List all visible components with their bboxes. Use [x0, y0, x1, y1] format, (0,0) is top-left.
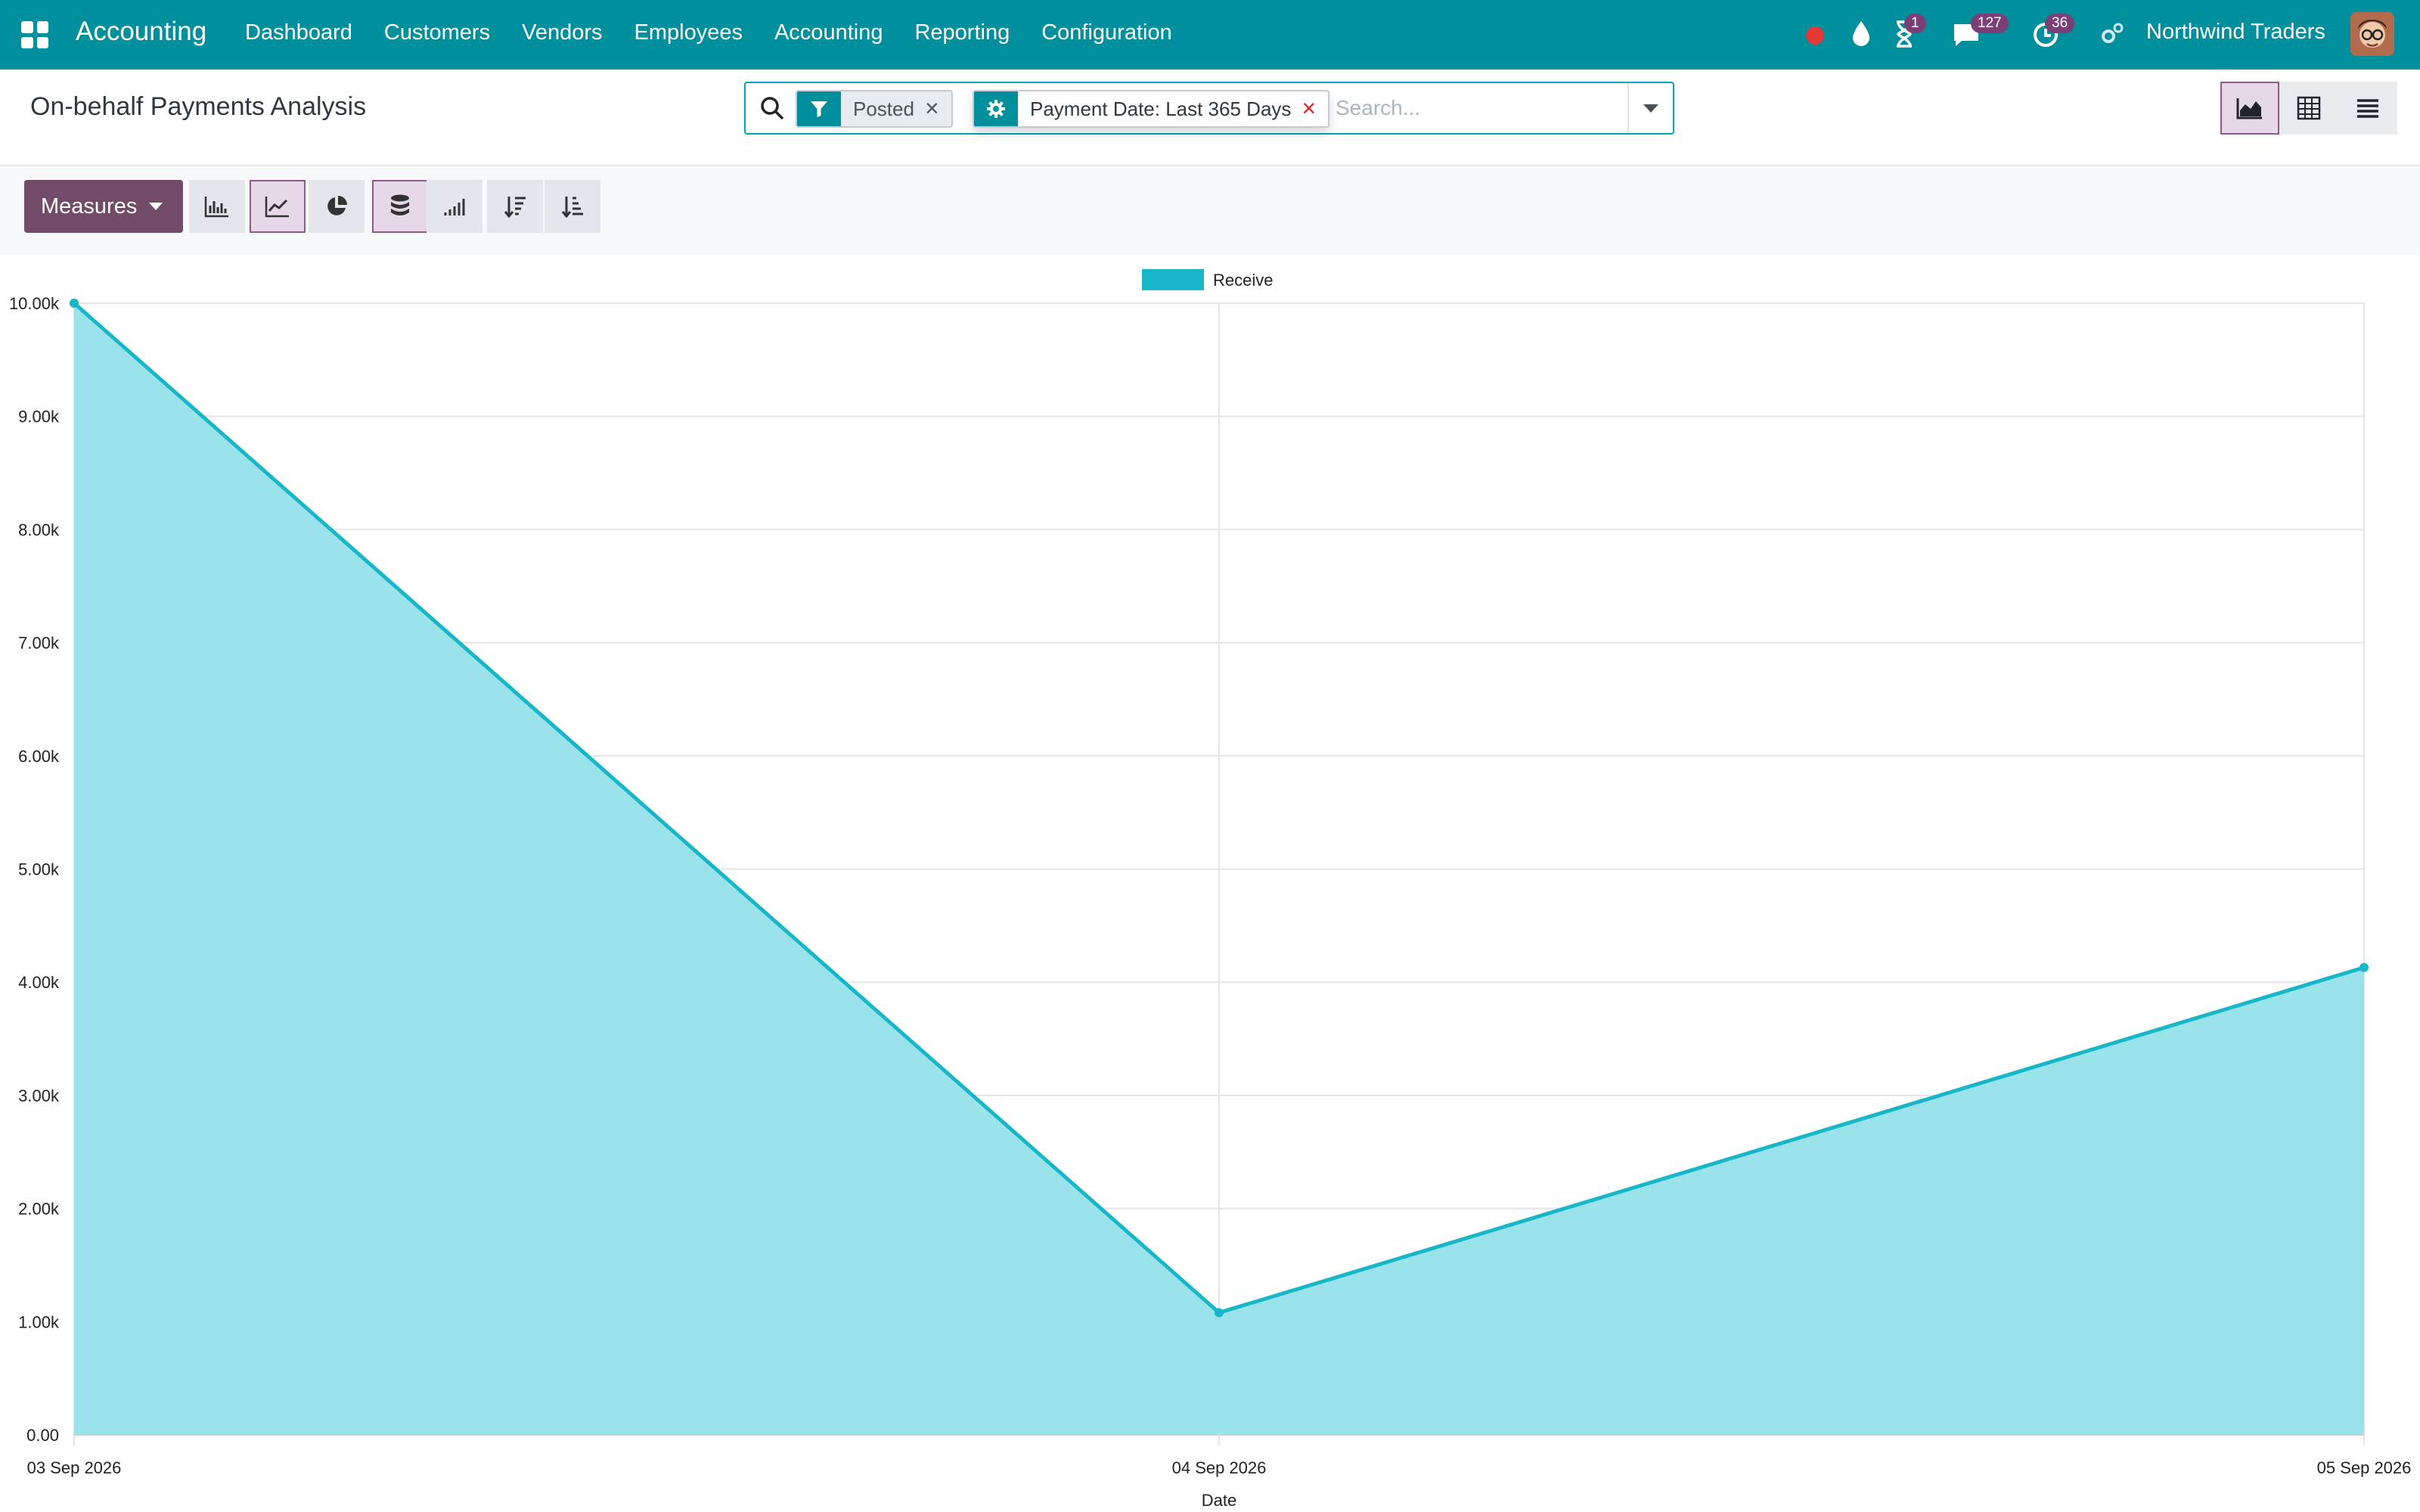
- sort-descending-icon: [504, 197, 526, 218]
- y-tick-label: 10.00k: [9, 294, 60, 313]
- x-tick-label: 03 Sep 2026: [27, 1458, 122, 1477]
- x-tick-label: 05 Sep 2026: [2317, 1458, 2412, 1477]
- remove-facet-icon[interactable]: ×: [1302, 91, 1328, 126]
- data-point: [1215, 1308, 1224, 1318]
- stacked-icon: [391, 194, 409, 215]
- y-tick-label: 4.00k: [18, 973, 60, 992]
- bar-chart-icon: [204, 197, 228, 218]
- company-switcher[interactable]: Northwind Traders: [2146, 20, 2325, 45]
- app-title[interactable]: Accounting: [76, 17, 206, 47]
- filter-icon: [797, 91, 841, 126]
- pivot-view-button[interactable]: [2279, 82, 2338, 135]
- caret-down-icon: [149, 203, 163, 210]
- recording-indicator-icon[interactable]: [1806, 26, 1824, 45]
- control-panel: On-behalf Payments Analysis Posted × Pay…: [0, 70, 2420, 166]
- sort-descending-button[interactable]: [487, 180, 543, 233]
- y-tick-label: 1.00k: [18, 1312, 60, 1331]
- user-avatar[interactable]: [2350, 12, 2394, 56]
- menu-item-configuration[interactable]: Configuration: [1041, 20, 1172, 45]
- graph-area: 0.00 1.00k 2.00k 3.00k 4.00k 5.00k 6.00k 7.00k 8…: [0, 256, 2420, 1512]
- line-chart-button[interactable]: [250, 180, 306, 233]
- pie-chart-button[interactable]: [309, 180, 365, 233]
- gear-icon: [974, 91, 1018, 126]
- graph-view-button[interactable]: [2220, 82, 2279, 135]
- drop-icon[interactable]: [1850, 18, 1872, 48]
- menu-item-employees[interactable]: Employees: [634, 20, 743, 45]
- menu-item-dashboard[interactable]: Dashboard: [245, 20, 352, 45]
- facet-label: Posted: [841, 91, 925, 126]
- view-switcher: [2220, 82, 2397, 135]
- search-options-toggle[interactable]: [1627, 83, 1673, 133]
- menu-item-accounting[interactable]: Accounting: [774, 20, 883, 45]
- chevron-down-icon: [1643, 104, 1658, 113]
- legend-swatch: [1142, 269, 1204, 290]
- facet-payment-date[interactable]: Payment Date: Last 365 Days ×: [973, 90, 1330, 128]
- list-icon: [2357, 99, 2378, 118]
- list-view-button[interactable]: [2338, 82, 2397, 135]
- main-menu: Dashboard Customers Vendors Employees Ac…: [245, 20, 1204, 45]
- pivot-table-icon: [2297, 96, 2321, 120]
- menu-item-customers[interactable]: Customers: [384, 20, 490, 45]
- sort-ascending-icon: [561, 197, 583, 218]
- pie-chart-icon: [327, 196, 347, 215]
- area-chart[interactable]: 0.00 1.00k 2.00k 3.00k 4.00k 5.00k 6.00k 7.00k 8…: [0, 256, 2420, 1512]
- timers-badge: 36: [2045, 14, 2075, 33]
- search-bar[interactable]: Posted × Payment Date: Last 365 Days ×: [744, 82, 1674, 135]
- cumulative-toggle-button[interactable]: [427, 180, 482, 233]
- y-tick-label: 5.00k: [18, 860, 60, 879]
- x-tick-label: 04 Sep 2026: [1172, 1458, 1267, 1477]
- area-chart-icon: [2236, 98, 2262, 119]
- line-chart-icon: [265, 197, 289, 218]
- menu-item-vendors[interactable]: Vendors: [522, 20, 602, 45]
- apps-menu-icon[interactable]: [21, 21, 48, 48]
- y-tick-label: 9.00k: [18, 407, 60, 426]
- y-tick-label: 3.00k: [18, 1086, 60, 1105]
- x-axis-label: Date: [1202, 1491, 1236, 1510]
- y-tick-label: 7.00k: [18, 634, 60, 652]
- stacked-toggle-button[interactable]: [372, 180, 428, 233]
- y-tick-label: 2.00k: [18, 1200, 60, 1219]
- measures-label: Measures: [41, 194, 138, 218]
- data-point: [70, 299, 79, 308]
- data-point: [2360, 962, 2369, 972]
- messages-badge: 127: [1971, 14, 2009, 33]
- bar-chart-button[interactable]: [189, 180, 245, 233]
- cumulative-icon: [444, 199, 465, 215]
- facet-posted[interactable]: Posted ×: [796, 90, 953, 128]
- y-tick-label: 6.00k: [18, 747, 60, 766]
- legend-label: Receive: [1213, 271, 1273, 290]
- menu-item-reporting[interactable]: Reporting: [914, 20, 1010, 45]
- search-input[interactable]: [1336, 89, 1608, 127]
- y-tick-label: 0.00: [26, 1426, 59, 1445]
- facet-label: Payment Date: Last 365 Days: [1018, 91, 1302, 126]
- settings-gears-icon[interactable]: [2099, 21, 2125, 47]
- remove-facet-icon[interactable]: ×: [925, 91, 951, 126]
- search-icon: [761, 97, 784, 120]
- y-tick-label: 8.00k: [18, 520, 60, 539]
- measures-dropdown-button[interactable]: Measures: [24, 180, 183, 233]
- activities-badge: 1: [1904, 14, 1926, 33]
- page-title: On-behalf Payments Analysis: [30, 92, 367, 121]
- sort-ascending-button[interactable]: [544, 180, 600, 233]
- graph-toolbar: Measures: [0, 168, 2420, 256]
- top-navbar: Accounting Dashboard Customers Vendors E…: [0, 0, 2420, 70]
